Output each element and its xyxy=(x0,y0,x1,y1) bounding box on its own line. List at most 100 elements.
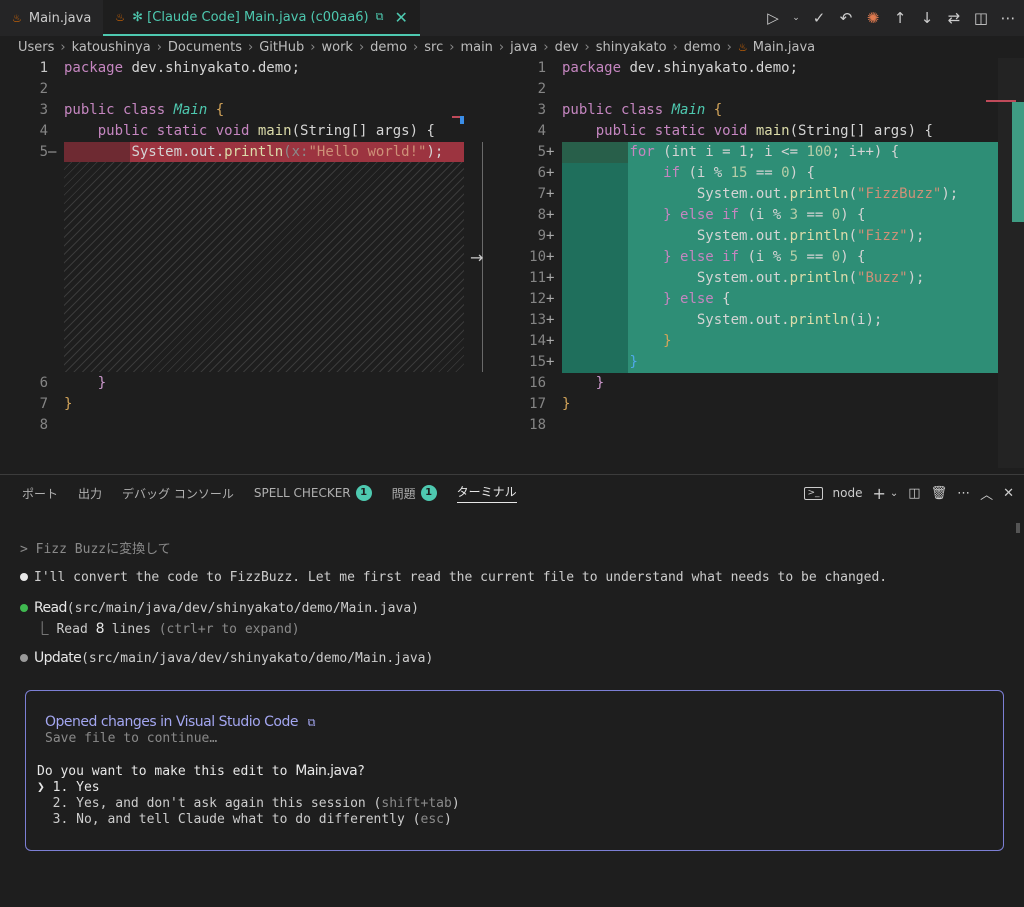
more-icon[interactable]: ⋯ xyxy=(1000,9,1016,27)
arrow-down-icon[interactable]: ↓ xyxy=(919,9,935,27)
close-icon[interactable]: ✕ xyxy=(1003,486,1014,501)
line-number: 3 xyxy=(537,102,546,118)
code-line: 16 } xyxy=(498,373,604,394)
tab-problems[interactable]: 問題 1 xyxy=(392,475,437,511)
breadcrumb-item[interactable]: Users xyxy=(18,40,54,55)
breadcrumb-item[interactable]: dev xyxy=(555,40,579,55)
tab-ports[interactable]: ポート xyxy=(22,475,58,511)
line-number: 5 xyxy=(39,144,48,160)
terminal-name[interactable]: node xyxy=(833,486,863,500)
tab-output[interactable]: 出力 xyxy=(78,475,102,511)
breadcrumb-item[interactable]: katoushinya xyxy=(72,40,151,55)
breadcrumb-item[interactable]: Documents xyxy=(168,40,242,55)
line-number: 2 xyxy=(39,81,48,97)
code-text: == xyxy=(747,165,782,181)
code-text: (i % xyxy=(680,165,731,181)
overview-cursor-marker xyxy=(460,116,464,124)
panel-tabs: ポート 出力 デバッグ コンソール SPELL CHECKER 1 問題 1 ターミ… xyxy=(0,475,517,511)
diff-marker: + xyxy=(546,354,555,370)
overview-added-marker xyxy=(1012,102,1024,222)
number-literal: 3 xyxy=(789,207,799,223)
run-icon[interactable]: ▷ xyxy=(765,9,781,27)
chevron-down-icon[interactable]: ⌄ xyxy=(792,13,800,23)
breadcrumb-item[interactable]: main xyxy=(460,40,492,55)
expand-hint: (ctrl+r to expand) xyxy=(158,622,300,637)
code-line: 17} xyxy=(498,394,570,415)
tab-claude-diff[interactable]: ♨ ✻ [Claude Code] Main.java (c00aa6) ⧉ ✕ xyxy=(103,0,420,36)
check-icon[interactable]: ✓ xyxy=(811,9,827,27)
code-text: { xyxy=(207,102,225,118)
code-text: dev.shinyakato.demo; xyxy=(621,60,799,76)
pending-dot-icon xyxy=(20,653,28,662)
keyword: package xyxy=(562,60,622,76)
line-number: 6 xyxy=(39,375,48,391)
line-number: 12 xyxy=(529,291,546,307)
line-number: 16 xyxy=(529,375,546,391)
breadcrumb-item[interactable]: shinyakato xyxy=(596,40,667,55)
line-number: 17 xyxy=(529,396,546,412)
chevron-right-icon: › xyxy=(156,39,162,55)
line-number: 10 xyxy=(529,249,546,265)
breadcrumb-item[interactable]: Main.java xyxy=(753,40,815,55)
code-text: (i % xyxy=(739,207,790,223)
success-dot-icon xyxy=(20,603,28,612)
chevron-right-icon: › xyxy=(672,39,678,55)
original-editor[interactable]: 1 package dev.shinyakato.demo; 2 3 public … xyxy=(0,58,465,468)
breadcrumb-item[interactable]: work xyxy=(322,40,353,55)
code-text: ) { xyxy=(840,207,866,223)
tab-terminal[interactable]: ターミナル xyxy=(456,475,517,511)
tab-debug-console[interactable]: デバッグ コンソール xyxy=(122,475,234,511)
code-line: 9+ System.out.println("Fizz"); xyxy=(498,226,925,247)
breadcrumb-item[interactable]: GitHub xyxy=(259,40,304,55)
java-file-icon: ♨ xyxy=(115,10,126,24)
chevron-up-icon[interactable]: ︿ xyxy=(980,484,993,503)
chevron-down-icon[interactable]: ⌄ xyxy=(890,488,898,499)
undo-icon[interactable]: ↶ xyxy=(838,9,854,27)
swap-icon[interactable]: ⇄ xyxy=(946,9,962,27)
split-editor-icon[interactable]: ◫ xyxy=(973,9,989,27)
code-line: 10+ } else if (i % 5 == 0) { xyxy=(498,247,865,268)
number-literal: 0 xyxy=(831,249,841,265)
tool-path: (src/main/java/dev/shinyakato/demo/Main.… xyxy=(81,651,434,666)
claude-icon[interactable]: ✺ xyxy=(865,9,881,27)
diff-marker: + xyxy=(546,144,555,160)
string-literal: "Hello world!" xyxy=(308,144,427,160)
function-name: println xyxy=(789,312,849,328)
arrow-up-icon[interactable]: ↑ xyxy=(892,9,908,27)
minimap[interactable] xyxy=(986,58,1024,468)
modified-editor[interactable]: 1 package dev.shinyakato.demo; 2 3 public … xyxy=(498,58,1024,468)
more-icon[interactable]: ⋯ xyxy=(957,486,970,501)
tool-call-update: Update(src/main/java/dev/shinyakato/demo… xyxy=(20,650,433,666)
trash-icon[interactable]: 🗑 xyxy=(931,486,948,501)
tab-label: デバッグ コンソール xyxy=(122,486,234,501)
code-text: { xyxy=(713,291,731,307)
prompt-subtitle: Save file to continue… xyxy=(45,731,218,746)
tool-result: ⎿ Read 8 lines (ctrl+r to expand) xyxy=(20,618,300,637)
breadcrumb: Users › katoushinya › Documents › GitHub › w… xyxy=(18,36,815,58)
tab-spell-checker[interactable]: SPELL CHECKER 1 xyxy=(254,475,372,511)
code-line: 4 public static void main(String[] args)… xyxy=(498,121,933,142)
number-literal: 0 xyxy=(781,165,790,181)
diff-marker: + xyxy=(546,312,555,328)
scrollbar[interactable] xyxy=(1016,523,1020,533)
tool-name: Update xyxy=(34,650,82,666)
diff-marker: + xyxy=(546,291,555,307)
close-icon[interactable]: ✕ xyxy=(394,8,407,27)
diff-marker: — xyxy=(48,144,57,160)
breadcrumb-item[interactable]: src xyxy=(424,40,443,55)
option-yes[interactable]: ❯ 1. Yes xyxy=(37,780,100,795)
option-no[interactable]: 3. No, and tell Claude what to do differ… xyxy=(37,812,452,827)
plus-icon[interactable]: + xyxy=(872,484,885,503)
prompt-question: Do you want to make this edit to Main.ja… xyxy=(37,763,365,779)
option-text: 2. Yes, and don't ask again this session… xyxy=(37,796,382,811)
tab-main-java[interactable]: ♨ Main.java xyxy=(0,0,103,36)
keyword: } else if xyxy=(663,249,740,265)
split-terminal-icon[interactable]: ◫ xyxy=(908,486,920,501)
keyword: public class xyxy=(64,102,166,118)
breadcrumb-item[interactable]: demo xyxy=(370,40,407,55)
breadcrumb-item[interactable]: demo xyxy=(684,40,721,55)
breadcrumb-item[interactable]: java xyxy=(510,40,537,55)
code-line: 2 xyxy=(0,79,48,100)
option-yes-dont-ask[interactable]: 2. Yes, and don't ask again this session… xyxy=(37,796,460,811)
code-line: 14+ } xyxy=(498,331,671,352)
